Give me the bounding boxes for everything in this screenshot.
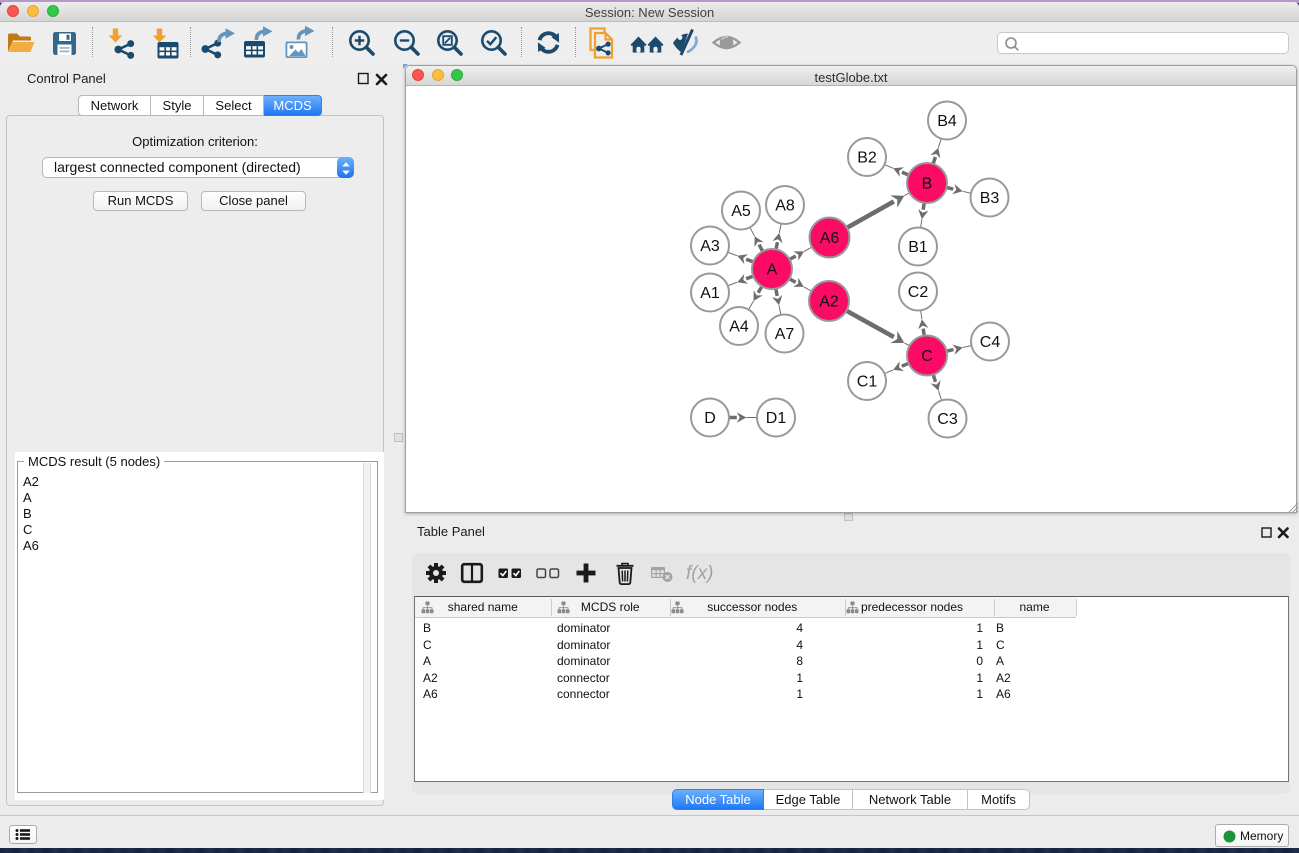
svg-text:A1: A1 bbox=[700, 285, 720, 302]
svg-text:C4: C4 bbox=[980, 334, 1001, 351]
svg-text:A8: A8 bbox=[775, 198, 795, 215]
svg-text:B4: B4 bbox=[937, 113, 957, 130]
svg-text:A5: A5 bbox=[731, 203, 751, 220]
svg-text:D: D bbox=[704, 410, 716, 427]
svg-text:C: C bbox=[921, 348, 933, 365]
svg-text:A: A bbox=[767, 262, 778, 279]
svg-text:A4: A4 bbox=[729, 319, 749, 336]
svg-text:A6: A6 bbox=[820, 230, 840, 247]
svg-text:C3: C3 bbox=[937, 411, 958, 428]
svg-text:C1: C1 bbox=[857, 374, 878, 391]
svg-text:A2: A2 bbox=[819, 294, 839, 311]
svg-text:A3: A3 bbox=[700, 238, 720, 255]
svg-text:B2: B2 bbox=[857, 150, 877, 167]
svg-text:B1: B1 bbox=[908, 239, 928, 256]
svg-text:f(x): f(x) bbox=[686, 563, 713, 584]
svg-text:A7: A7 bbox=[775, 326, 795, 343]
svg-text:B3: B3 bbox=[980, 190, 1000, 207]
svg-text:D1: D1 bbox=[766, 410, 787, 427]
svg-text:B: B bbox=[922, 176, 933, 193]
svg-text:C2: C2 bbox=[908, 284, 929, 301]
